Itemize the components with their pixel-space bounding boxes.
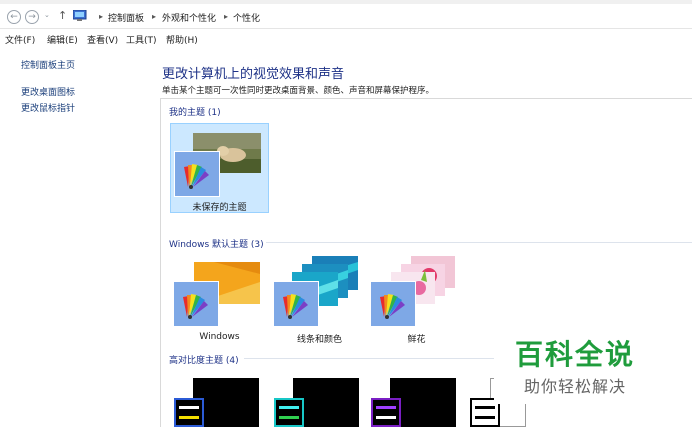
theme-label: Windows — [199, 332, 240, 342]
menu-help[interactable]: 帮助(H) — [166, 33, 198, 46]
up-arrow-icon[interactable]: ↑ — [58, 9, 67, 22]
breadcrumb-control-panel[interactable]: 控制面板 — [108, 11, 144, 24]
sidebar-link-mouse-pointers[interactable]: 更改鼠标指针 — [21, 101, 75, 114]
watermark-subtitle: 助你轻松解决 — [524, 377, 627, 396]
group-divider — [266, 242, 692, 243]
theme-unsaved[interactable]: 未保存的主题 — [170, 123, 269, 213]
color-palette-icon — [273, 281, 319, 327]
theme-label: 未保存的主题 — [192, 203, 247, 213]
hc-window-thumbnail — [274, 398, 304, 427]
page-title: 更改计算机上的视觉效果和声音 — [162, 67, 345, 82]
theme-windows[interactable]: Windows — [170, 254, 269, 344]
hc-window-thumbnail — [174, 398, 204, 427]
theme-high-contrast-1[interactable] — [170, 378, 269, 427]
group-header-windows-themes: Windows 默认主题 (3) — [169, 240, 264, 250]
color-palette-icon — [370, 281, 416, 327]
group-header-high-contrast: 高对比度主题 (4) — [169, 356, 239, 366]
breadcrumb-appearance[interactable]: 外观和个性化 — [162, 11, 216, 24]
breadcrumb-separator: ▸ — [224, 12, 229, 21]
theme-label: 线条和颜色 — [296, 335, 342, 345]
theme-high-contrast-2[interactable] — [270, 378, 369, 427]
sidebar-link-control-panel-home[interactable]: 控制面板主页 — [21, 58, 75, 71]
watermark-title: 百科全说 — [515, 338, 636, 371]
theme-flowers[interactable]: 鲜花 — [367, 254, 466, 345]
menu-file[interactable]: 文件(F) — [5, 33, 35, 46]
breadcrumb-separator: ▸ — [152, 12, 157, 21]
recent-dropdown-icon[interactable]: ⌄ — [44, 11, 50, 19]
back-arrow-icon[interactable]: ← — [7, 10, 21, 24]
sidebar-link-desktop-icons[interactable]: 更改桌面图标 — [21, 85, 75, 98]
theme-high-contrast-3[interactable] — [367, 378, 466, 427]
forward-arrow-icon[interactable]: → — [25, 10, 39, 24]
theme-label: 鲜花 — [407, 335, 426, 345]
menu-view[interactable]: 查看(V) — [87, 33, 118, 46]
group-header-my-themes: 我的主题 (1) — [169, 108, 221, 118]
color-palette-icon — [174, 151, 220, 197]
color-palette-icon — [173, 281, 219, 327]
menu-tools[interactable]: 工具(T) — [126, 33, 157, 46]
breadcrumb-separator: ▸ — [99, 12, 104, 21]
hc-window-thumbnail — [371, 398, 401, 427]
address-bar: ← → ⌄ ↑ ▸ 控制面板 ▸ 外观和个性化 ▸ 个性化 — [0, 5, 692, 29]
menu-bar: 文件(F) 编辑(E) 查看(V) 工具(T) 帮助(H) — [0, 31, 692, 47]
menu-edit[interactable]: 编辑(E) — [47, 33, 78, 46]
theme-lines-and-colors[interactable]: 线条和颜色 — [270, 254, 369, 345]
window-top-edge — [0, 0, 692, 4]
breadcrumb-personalization[interactable]: 个性化 — [233, 11, 260, 24]
control-panel-icon — [72, 9, 87, 22]
address-bar-divider — [0, 28, 692, 29]
page-description: 单击某个主题可一次性同时更改桌面背景、颜色、声音和屏幕保护程序。 — [162, 86, 435, 96]
group-divider — [244, 358, 494, 359]
